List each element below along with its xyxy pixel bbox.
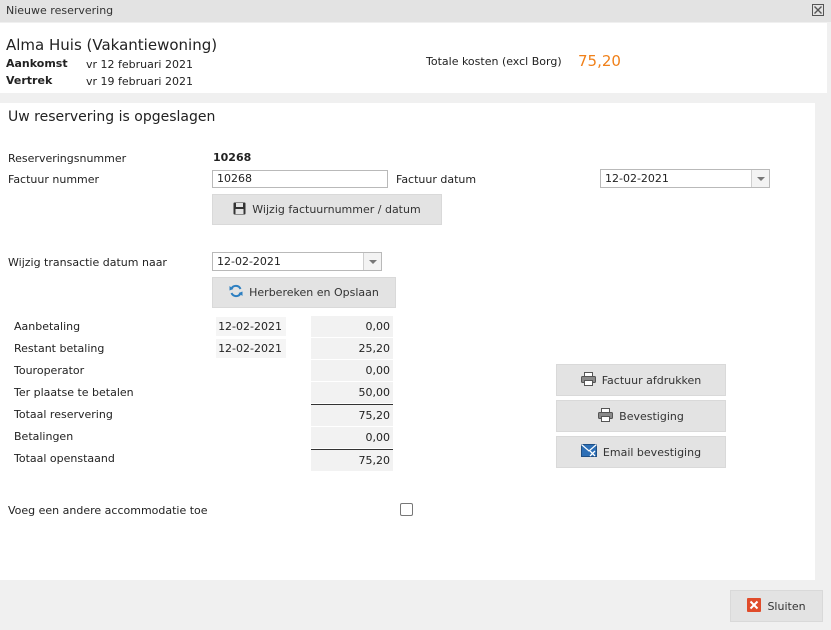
email-confirmation-button[interactable]: Email bevestiging <box>556 436 726 468</box>
payment-amount: 0,00 <box>311 360 393 381</box>
total-cost-value: 75,20 <box>578 52 621 70</box>
invoice-date-label: Factuur datum <box>396 173 477 186</box>
payment-amount: 75,20 <box>311 405 393 426</box>
payment-date: 12-02-2021 <box>216 317 286 336</box>
invoice-number-field[interactable]: 10268 <box>212 170 388 188</box>
saved-message: Uw reservering is opgeslagen <box>8 109 216 125</box>
recalculate-save-button-label: Herbereken en Opslaan <box>249 286 379 299</box>
total-cost-label: Totale kosten (excl Borg) <box>426 55 562 68</box>
invoice-number-label: Factuur nummer <box>8 173 100 186</box>
payment-amount: 0,00 <box>311 427 393 448</box>
change-invoice-button-label: Wijzig factuurnummer / datum <box>252 203 421 216</box>
transaction-date-label: Wijzig transactie datum naar <box>8 256 167 269</box>
window-title: Nieuwe reservering <box>6 4 114 17</box>
refresh-icon <box>229 284 243 301</box>
add-accommodation-label: Voeg een andere accommodatie toe <box>8 504 208 517</box>
payment-amount: 50,00 <box>311 382 393 403</box>
printer-icon <box>580 371 596 389</box>
add-accommodation-checkbox[interactable] <box>400 503 413 516</box>
payment-label: Totaal openstaand <box>14 452 115 465</box>
arrival-value: vr 12 februari 2021 <box>86 58 193 71</box>
recalculate-save-button[interactable]: Herbereken en Opslaan <box>212 277 396 308</box>
payment-label: Restant betaling <box>14 342 105 355</box>
payment-label: Totaal reservering <box>14 408 113 421</box>
payment-amount: 25,20 <box>311 338 393 359</box>
email-icon <box>580 444 597 460</box>
save-icon <box>233 202 246 218</box>
email-confirmation-button-label: Email bevestiging <box>602 445 702 459</box>
payment-label: Ter plaatse te betalen <box>14 386 134 399</box>
invoice-date-value: 12-02-2021 <box>605 172 669 185</box>
close-button-label: Sluiten <box>767 599 806 613</box>
printer-icon <box>598 407 614 425</box>
payment-date: 12-02-2021 <box>216 339 286 358</box>
transaction-date-select[interactable]: 12-02-2021 <box>212 252 382 271</box>
arrival-label: Aankomst <box>6 57 68 70</box>
confirmation-button[interactable]: Bevestiging <box>556 400 726 432</box>
payment-amount: 75,20 <box>311 450 393 471</box>
close-red-icon <box>747 597 762 615</box>
confirmation-button-label: Bevestiging <box>619 409 684 423</box>
window-titlebar <box>0 0 831 22</box>
change-invoice-button[interactable]: Wijzig factuurnummer / datum <box>212 194 442 225</box>
print-invoice-button[interactable]: Factuur afdrukken <box>556 364 726 396</box>
departure-value: vr 19 februari 2021 <box>86 75 193 88</box>
reservation-number-label: Reserveringsnummer <box>8 152 127 165</box>
close-button[interactable]: Sluiten <box>730 590 823 622</box>
print-invoice-button-label: Factuur afdrukken <box>601 373 702 387</box>
payment-label: Touroperator <box>14 364 85 377</box>
payment-label: Betalingen <box>14 430 74 443</box>
transaction-date-value: 12-02-2021 <box>217 255 281 268</box>
chevron-down-icon[interactable] <box>363 253 381 270</box>
payment-label: Aanbetaling <box>14 320 81 333</box>
accommodation-name: Alma Huis (Vakantiewoning) <box>6 36 218 54</box>
invoice-date-select[interactable]: 12-02-2021 <box>600 169 770 188</box>
departure-label: Vertrek <box>6 74 53 87</box>
close-icon[interactable] <box>811 3 825 17</box>
reservation-number-value: 10268 <box>213 151 252 164</box>
payment-amount: 0,00 <box>311 316 393 337</box>
chevron-down-icon[interactable] <box>751 170 769 187</box>
